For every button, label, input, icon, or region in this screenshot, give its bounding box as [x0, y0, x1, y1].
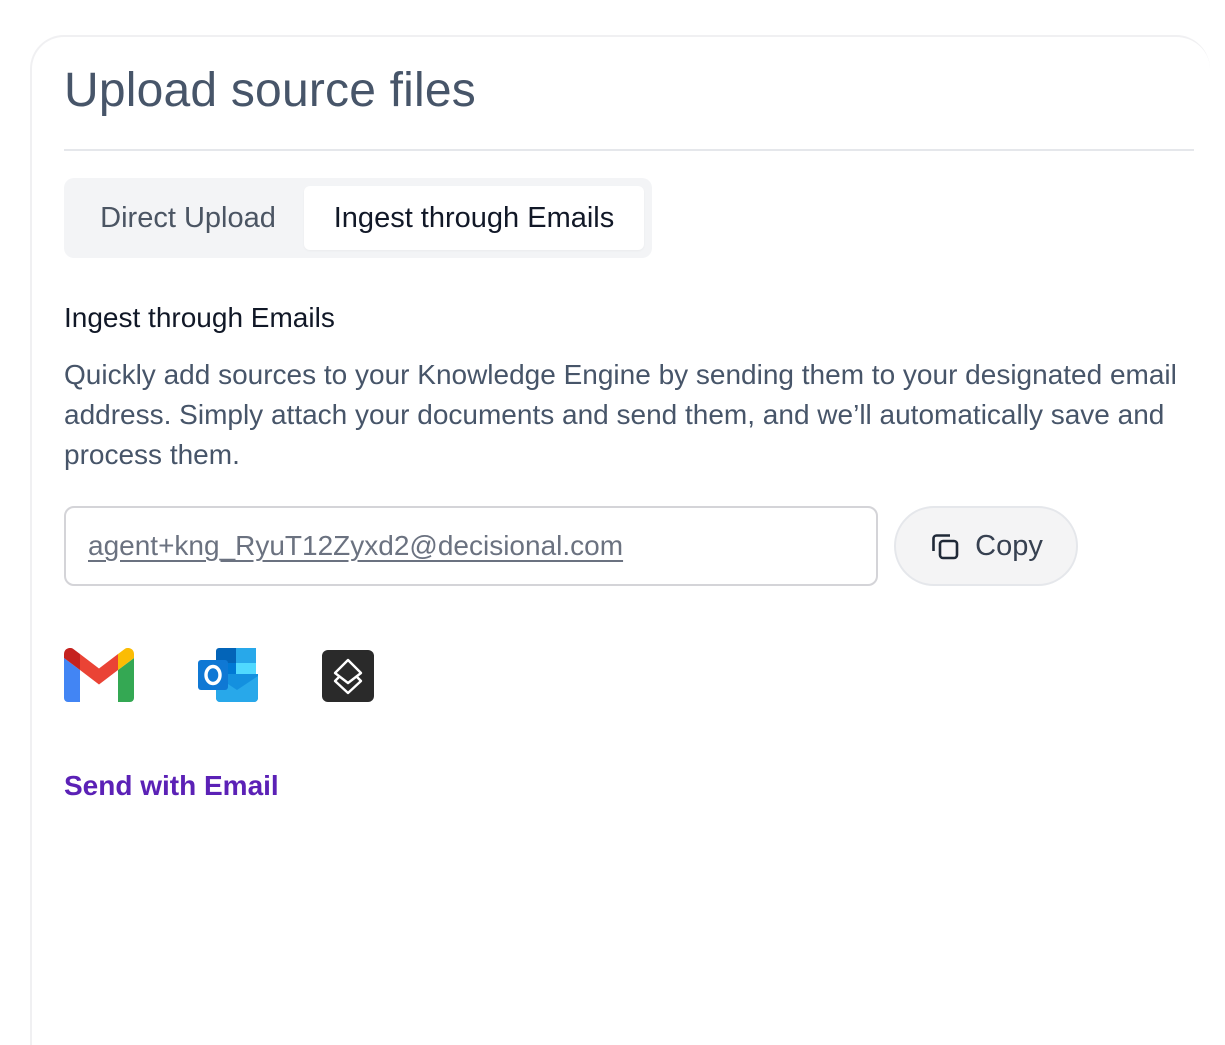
outlook-icon[interactable] [198, 648, 260, 702]
tab-direct-upload[interactable]: Direct Upload [72, 186, 304, 250]
copy-button[interactable]: Copy [894, 506, 1078, 586]
email-address-value[interactable]: agent+kng_RyuT12Zyxd2@decisional.com [88, 530, 623, 562]
copy-label: Copy [975, 529, 1043, 562]
superhuman-icon[interactable] [322, 650, 374, 702]
upload-method-tabs: Direct Upload Ingest through Emails [64, 178, 652, 258]
copy-icon [929, 530, 961, 562]
section-heading: Ingest through Emails [64, 302, 335, 333]
page-title: Upload source files [64, 64, 477, 117]
header-divider [64, 149, 1194, 151]
email-address-field[interactable]: agent+kng_RyuT12Zyxd2@decisional.com [64, 506, 878, 586]
gmail-icon[interactable] [63, 647, 135, 702]
send-with-email-link[interactable]: Send with Email [64, 768, 279, 804]
section-description: Quickly add sources to your Knowledge En… [64, 359, 1177, 470]
tab-ingest-through-emails[interactable]: Ingest through Emails [304, 186, 644, 250]
